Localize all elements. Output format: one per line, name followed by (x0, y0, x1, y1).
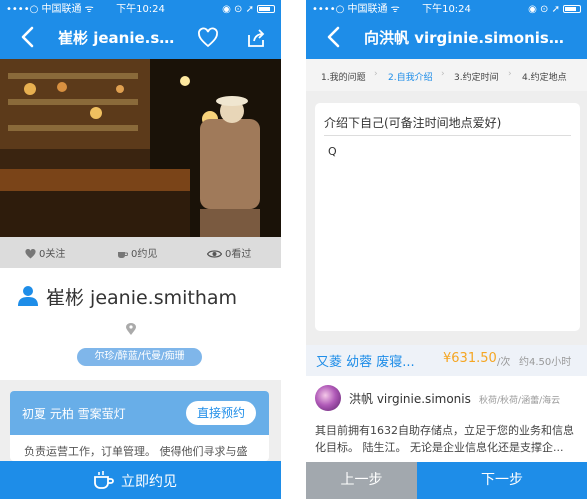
battery-icon (257, 5, 275, 13)
intro-card: 介绍下自己(可备注时间地点爱好) Q (315, 103, 580, 331)
step-time[interactable]: 3.约定时间 (454, 70, 499, 83)
host-description: 其目前拥有1632自助存储点，立足于您的业务和信息化目标。 陆生江。 无论是企业… (315, 424, 574, 454)
chevron-right-icon: › (508, 69, 512, 79)
share-icon[interactable] (245, 27, 267, 49)
duration: 约4.50小时 (519, 357, 572, 368)
step-my-question[interactable]: 1.我的问题 (321, 70, 366, 83)
tag-badge: 尔珍/醉蓝/代曼/痴珊 (77, 348, 202, 366)
bar-scene-image (0, 59, 281, 237)
host-tags: 秋荷/秋荷/涵蕾/海云 (479, 396, 561, 406)
intro-textarea[interactable]: Q (328, 145, 337, 158)
person-icon (18, 286, 38, 306)
system-icons: ◉ ⊙ ➚ (222, 3, 275, 17)
chevron-right-icon: › (374, 69, 378, 79)
location-icon (126, 323, 136, 335)
meets-count: 0约见 (131, 249, 158, 260)
booking-screen: ••••○ 中国联通 ᯤ 下午10:24 ◉ ⊙ ➚ 向洪帆 virginie.… (306, 0, 587, 499)
meet-now-label: 立即约见 (121, 474, 177, 490)
host-card[interactable]: 洪帆 virginie.simonis 秋荷/秋荷/涵蕾/海云 其目前拥有163… (306, 376, 587, 462)
system-status-icons: ◉ ⊙ ➚ (528, 4, 560, 15)
step-place[interactable]: 4.约定地点 (522, 70, 567, 83)
host-name: 洪帆 virginie.simonis (349, 392, 471, 406)
cup-icon (118, 252, 129, 258)
page-title: 向洪帆 virginie.simonis的预约 (364, 29, 578, 47)
service-header: 初夏 元柏 雪案萤灯 直接预约 (10, 391, 269, 435)
coffee-cup-icon (94, 471, 114, 489)
views-count: 0看过 (225, 249, 252, 260)
prev-step-button[interactable]: 上一步 (306, 462, 417, 499)
stat-views[interactable]: 0看过 (206, 245, 252, 260)
system-icons: ◉ ⊙ ➚ (528, 3, 581, 17)
profile-stats: 0关注 0约见 0看过 (0, 237, 281, 268)
battery-icon (563, 5, 581, 13)
step-indicator: 1.我的问题 › 2.自我介绍 › 3.约定时间 › 4.约定地点 (306, 59, 587, 91)
nav-bar: ••••○ 中国联通 ᯤ 下午10:24 ◉ ⊙ ➚ 向洪帆 virginie.… (306, 0, 587, 59)
price-amount: ¥631.50 (443, 351, 497, 366)
price-unit: /次 (497, 357, 511, 368)
page-title: 崔彬 jeanie.smit... (58, 29, 184, 47)
service-name: 初夏 元柏 雪案萤灯 (22, 407, 126, 421)
heart-icon[interactable] (196, 26, 220, 50)
back-arrow-icon[interactable] (14, 22, 42, 52)
nav-bar: ••••○ 中国联通 ᯤ 下午10:24 ◉ ⊙ ➚ 崔彬 jeanie.smi… (0, 0, 281, 59)
status-bar: ••••○ 中国联通 ᯤ 下午10:24 ◉ ⊙ ➚ (0, 3, 281, 17)
follows-count: 0关注 (39, 249, 66, 260)
service-names: 又菱 幼蓉 废寝... (316, 355, 415, 370)
service-description: 负责运营工作，订单管理。 使得他们寻求与盛 (24, 445, 248, 458)
divider (324, 135, 571, 136)
stat-meets[interactable]: 0约见 (117, 245, 157, 260)
back-arrow-icon[interactable] (320, 22, 348, 52)
next-step-button[interactable]: 下一步 (417, 462, 587, 499)
price-bar: 又菱 幼蓉 废寝... ¥631.50 /次 约4.50小时 (306, 345, 587, 376)
step-self-intro[interactable]: 2.自我介绍 (388, 70, 433, 83)
intro-title: 介绍下自己(可备注时间地点爱好) (324, 116, 502, 130)
system-status-icons: ◉ ⊙ ➚ (222, 4, 254, 15)
profile-screen: ••••○ 中国联通 ᯤ 下午10:24 ◉ ⊙ ➚ 崔彬 jeanie.smi… (0, 0, 281, 499)
book-button[interactable]: 直接预约 (186, 401, 256, 425)
avatar (315, 385, 341, 411)
profile-card: 崔彬 jeanie.smitham 尔珍/醉蓝/代曼/痴珊 (0, 268, 281, 380)
stat-follows[interactable]: 0关注 (25, 245, 65, 260)
eye-icon (206, 250, 223, 258)
heart-small-icon (25, 248, 36, 259)
profile-photo (0, 59, 281, 237)
meet-now-button[interactable]: 立即约见 (0, 461, 281, 499)
service-card[interactable]: 初夏 元柏 雪案萤灯 直接预约 负责运营工作，订单管理。 使得他们寻求与盛 (10, 391, 269, 461)
chevron-right-icon: › (441, 69, 445, 79)
status-bar: ••••○ 中国联通 ᯤ 下午10:24 ◉ ⊙ ➚ (306, 3, 587, 17)
profile-name: 崔彬 jeanie.smitham (46, 287, 238, 309)
